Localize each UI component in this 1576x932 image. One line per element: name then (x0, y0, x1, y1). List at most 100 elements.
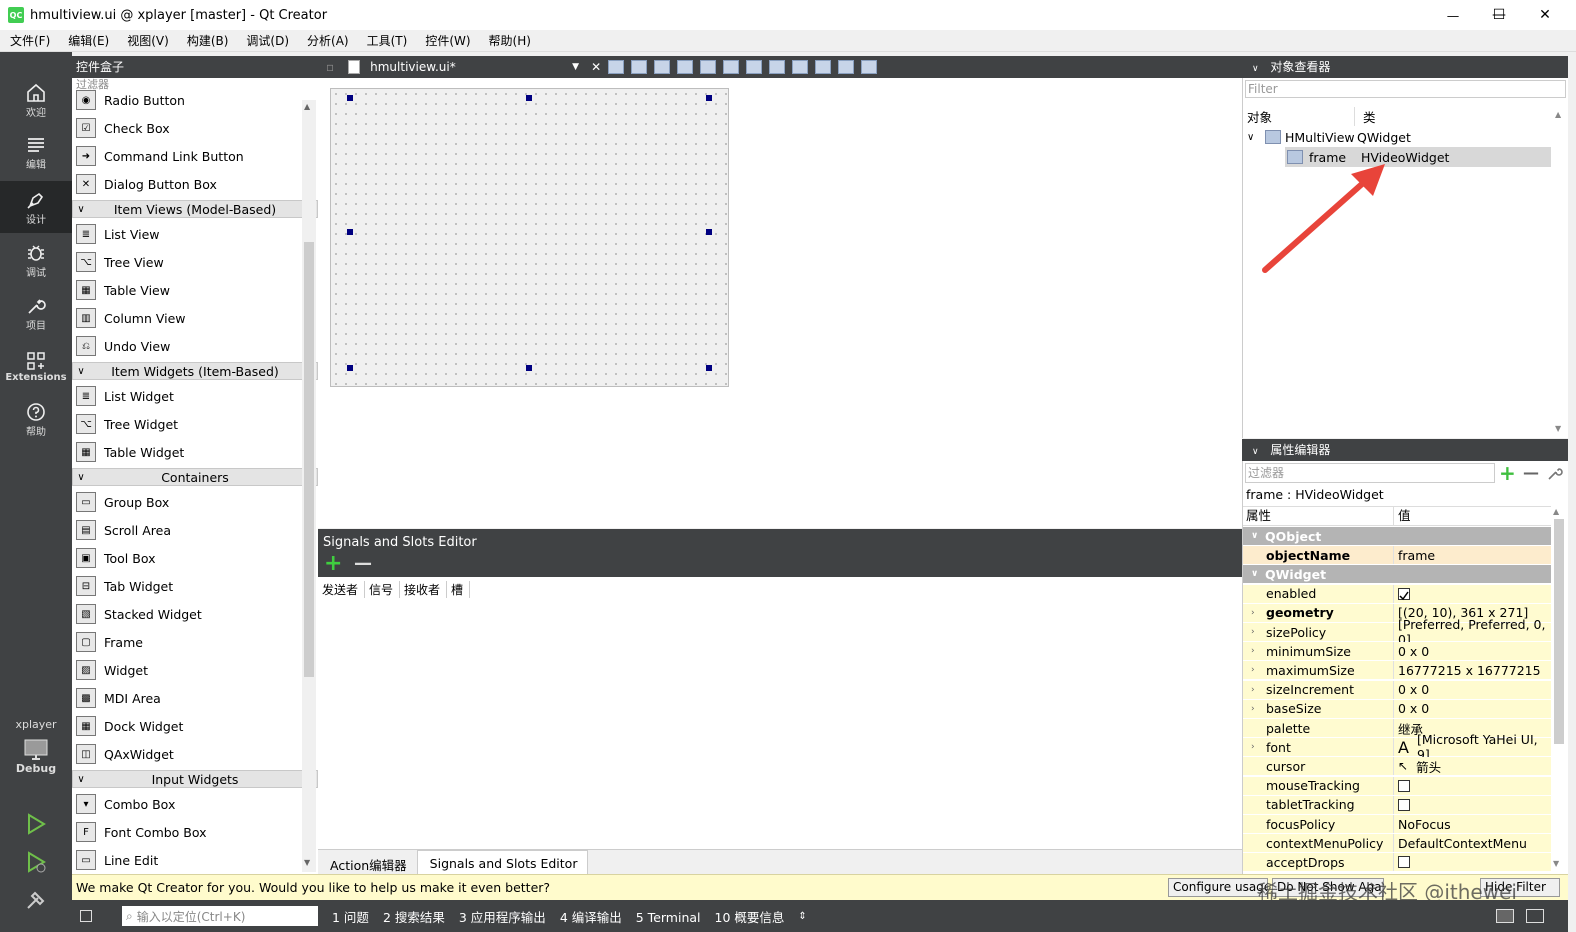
scroll-up-icon[interactable]: ▲ (304, 102, 310, 111)
widget-item[interactable]: ⌥ Tree Widget (72, 410, 318, 438)
widget-item[interactable]: F Font Combo Box (72, 818, 318, 846)
remove-dynamic-property-button[interactable]: — (1523, 463, 1539, 482)
edit-tab-order-icon[interactable] (677, 60, 694, 74)
close-document-icon[interactable]: ✕ (591, 60, 601, 74)
configure-wrench-icon[interactable] (1547, 465, 1563, 481)
add-dynamic-property-button[interactable]: + (1499, 461, 1516, 485)
hmultiview-form[interactable] (330, 88, 729, 387)
open-file-combo[interactable]: hmultiview.ui* (370, 60, 570, 74)
remove-connection-button[interactable]: — (354, 553, 372, 575)
widget-item[interactable]: ▧ Stacked Widget (72, 600, 318, 628)
bottom-tab[interactable]: Action编辑器 (318, 850, 417, 875)
widget-item[interactable]: ▭ Group Box (72, 488, 318, 516)
chevron-down-icon[interactable]: ∨ (1252, 64, 1259, 74)
output-pane-button[interactable]: 4 编译输出 (560, 910, 622, 925)
mode-help[interactable]: 帮助 (0, 393, 72, 445)
property-checkbox[interactable] (1398, 856, 1410, 869)
property-row[interactable]: tabletTracking (1243, 795, 1551, 815)
layout-form-icon[interactable] (792, 60, 809, 74)
mode-debug[interactable]: 调试 (0, 234, 72, 286)
widget-item[interactable]: ▦ Table View (72, 276, 318, 304)
property-row[interactable]: › baseSize 0 x 0 (1243, 699, 1551, 719)
widget-item[interactable]: ▥ Column View (72, 304, 318, 332)
layout-grid-icon[interactable] (815, 60, 832, 74)
mode-extensions[interactable]: Extensions (0, 340, 72, 392)
property-row[interactable]: › sizeIncrement 0 x 0 (1243, 680, 1551, 700)
widget-item[interactable]: ▣ Tool Box (72, 544, 318, 572)
widget-box-scrollbar[interactable]: ▲ ▼ (302, 100, 316, 872)
property-row[interactable]: › font A [Microsoft YaHei UI, 9] (1243, 732, 1551, 762)
widget-item[interactable]: ≣ List Widget (72, 382, 318, 410)
widget-category[interactable]: ∨ Item Widgets (Item-Based) (72, 362, 318, 380)
property-row[interactable]: › maximumSize 16777215 x 16777215 (1243, 661, 1551, 681)
resize-handle[interactable] (526, 365, 532, 371)
output-pane-button[interactable]: 5 Terminal (636, 910, 701, 925)
menu-item[interactable]: 控件(W) (415, 32, 478, 49)
property-row[interactable]: cursor ↖ 箭头 (1243, 757, 1551, 777)
toggle-right-sidebar-icon[interactable] (1526, 909, 1544, 923)
column-object[interactable]: 对象 (1247, 106, 1355, 126)
chevron-down-icon[interactable]: ∨ (1251, 569, 1258, 579)
chevron-down-icon[interactable]: ∨ (1252, 447, 1259, 457)
property-filter-input[interactable]: 过滤器 (1245, 463, 1495, 483)
chevron-right-icon[interactable]: › (1251, 665, 1255, 675)
run-icon[interactable] (24, 812, 48, 836)
locator-input[interactable]: ⌕ 输入以定位(Ctrl+K) (122, 906, 318, 926)
connections-table[interactable]: 发送者 信号 接收者槽 (318, 577, 1242, 849)
widget-item[interactable]: ▾ Combo Box (72, 790, 318, 818)
resize-handle[interactable] (347, 365, 353, 371)
widget-item[interactable]: ☑ Check Box (72, 114, 318, 142)
object-filter-input[interactable]: Filter (1245, 80, 1566, 98)
edit-widgets-icon[interactable] (608, 60, 625, 74)
edit-buddies-icon[interactable] (654, 60, 671, 74)
widget-item[interactable]: ▩ MDI Area (72, 684, 318, 712)
tree-item-hmultiview[interactable]: ∨ HMultiView QWidget (1247, 127, 1553, 147)
connection-column-header[interactable]: 槽 (451, 581, 471, 598)
chevron-right-icon[interactable]: › (1251, 608, 1255, 618)
add-connection-button[interactable]: + (324, 553, 342, 575)
splitter-horizontal-icon[interactable] (746, 60, 763, 74)
mode-design[interactable]: 设计 (0, 181, 72, 233)
menu-item[interactable]: 调试(D) (236, 32, 297, 49)
object-inspector-scrollbar[interactable]: ▲ ▼ (1555, 110, 1567, 434)
output-pane-button[interactable]: 1 问题 (332, 910, 369, 925)
column-class[interactable]: 类 (1363, 107, 1376, 126)
toggle-sidebar-icon[interactable] (80, 910, 92, 922)
widget-item[interactable]: ▦ Table Widget (72, 438, 318, 466)
bottom-tab[interactable]: Signals and Slots Editor (416, 850, 589, 875)
maximize-button[interactable]: ☐ (1476, 0, 1522, 30)
property-row[interactable]: enabled (1243, 584, 1551, 604)
resize-handle[interactable] (347, 229, 353, 235)
widget-category[interactable]: ∨ Input Widgets (72, 770, 318, 788)
output-pane-button[interactable]: 10 概要信息 (715, 910, 785, 925)
property-editor-scrollbar[interactable]: ▲ ▼ (1553, 507, 1565, 871)
property-checkbox[interactable] (1398, 587, 1410, 600)
chevron-right-icon[interactable]: › (1251, 627, 1255, 637)
scrollbar-thumb[interactable] (1554, 519, 1564, 744)
property-row[interactable]: objectName frame (1243, 546, 1551, 566)
widget-item[interactable]: ➜ Command Link Button (72, 142, 318, 170)
scroll-down-icon[interactable]: ▼ (304, 858, 310, 867)
layout-horizontal-icon[interactable] (700, 60, 717, 74)
splitter-vertical-icon[interactable] (769, 60, 786, 74)
chevron-right-icon[interactable]: › (1251, 685, 1255, 695)
connection-column-header[interactable]: 接收者 (404, 581, 448, 598)
panes-menu-icon[interactable]: ⇕ (798, 911, 806, 922)
property-row[interactable]: › minimumSize 0 x 0 (1243, 642, 1551, 662)
widget-item[interactable]: ◫ QAxWidget (72, 740, 318, 768)
widget-item[interactable]: ⌥ Tree View (72, 248, 318, 276)
widget-category[interactable]: ∨ Containers (72, 468, 318, 486)
scrollbar-thumb[interactable] (304, 242, 314, 677)
mode-welcome[interactable]: 欢迎 (0, 74, 72, 126)
layout-vertical-icon[interactable] (723, 60, 740, 74)
connection-column-header[interactable]: 信号 (369, 581, 401, 598)
toggle-output-icon[interactable] (1496, 909, 1514, 923)
output-pane-button[interactable]: 2 搜索结果 (383, 910, 445, 925)
property-row[interactable]: focusPolicy NoFocus (1243, 815, 1551, 834)
break-layout-icon[interactable] (838, 60, 855, 74)
kit-selector[interactable]: Debug (0, 738, 72, 790)
menu-item[interactable]: 文件(F) (0, 32, 58, 49)
widget-category[interactable]: ∨ Item Views (Model-Based) (72, 200, 318, 218)
widget-item[interactable]: ▦ Dock Widget (72, 712, 318, 740)
widget-item[interactable]: ⎌ Undo View (72, 332, 318, 360)
